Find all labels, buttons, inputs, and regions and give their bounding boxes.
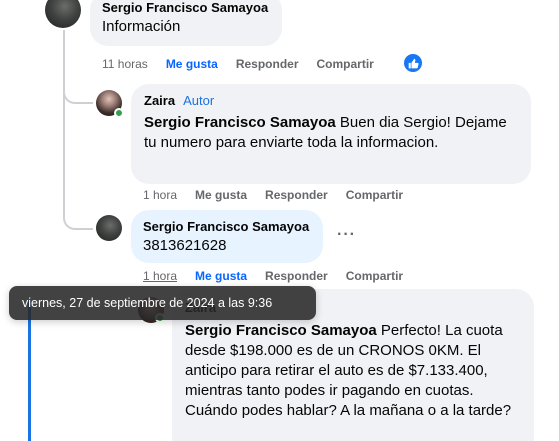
reply-button[interactable]: Responder	[236, 57, 299, 71]
comment-timestamp[interactable]: 11 horas	[102, 57, 148, 71]
more-options-icon[interactable]: ···	[337, 226, 356, 244]
comment-author[interactable]: Sergio Francisco Samayoa	[102, 0, 270, 16]
comment-bubble-2: Zaira Autor Sergio Francisco Samayoa Bue…	[131, 84, 531, 184]
comment-timestamp[interactable]: 1 hora	[143, 269, 177, 283]
like-button[interactable]: Me gusta	[195, 269, 247, 283]
timestamp-tooltip: viernes, 27 de septiembre de 2024 a las …	[9, 286, 316, 320]
tooltip-text: viernes, 27 de septiembre de 2024 a las …	[22, 296, 273, 310]
comment-author[interactable]: Zaira	[144, 92, 175, 109]
thread-connector-reply2	[63, 200, 93, 230]
thread-line-main	[63, 30, 65, 210]
comment-text: 3813621628	[143, 237, 227, 254]
reply-button[interactable]: Responder	[265, 269, 328, 283]
comment-timestamp[interactable]: 1 hora	[143, 188, 177, 202]
like-button[interactable]: Me gusta	[195, 188, 247, 202]
online-status-dot	[114, 108, 124, 118]
comment-actions-3: 1 hora Me gusta Responder Compartir	[143, 269, 421, 283]
comment-bubble-1: Sergio Francisco Samayoa Información	[90, 0, 282, 46]
like-reaction-icon[interactable]	[404, 54, 422, 72]
mention-link[interactable]: Sergio Francisco Samayoa	[144, 114, 336, 131]
thread-line-active	[28, 300, 31, 441]
author-badge: Autor	[183, 93, 215, 108]
comment-text: Información	[102, 18, 181, 35]
mention-link[interactable]: Sergio Francisco Samayoa	[185, 322, 377, 339]
comment-text: Sergio Francisco Samayoa Buen dia Sergio…	[144, 113, 518, 153]
share-button[interactable]: Compartir	[346, 188, 403, 202]
like-button[interactable]: Me gusta	[166, 57, 218, 71]
thread-connector-reply1	[63, 80, 93, 104]
share-button[interactable]: Compartir	[346, 269, 403, 283]
share-button[interactable]: Compartir	[317, 57, 374, 71]
comment-author[interactable]: Sergio Francisco Samayoa	[143, 218, 311, 235]
comment-actions-2: 1 hora Me gusta Responder Compartir	[143, 188, 421, 202]
avatar-sergio[interactable]	[96, 215, 122, 241]
avatar-sergio[interactable]	[45, 0, 81, 28]
comment-text: Sergio Francisco Samayoa Perfecto! La cu…	[185, 321, 521, 421]
reply-button[interactable]: Responder	[265, 188, 328, 202]
comment-bubble-3: Sergio Francisco Samayoa 3813621628	[131, 210, 323, 263]
comment-actions-1: 11 horas Me gusta Responder Compartir	[102, 57, 392, 71]
